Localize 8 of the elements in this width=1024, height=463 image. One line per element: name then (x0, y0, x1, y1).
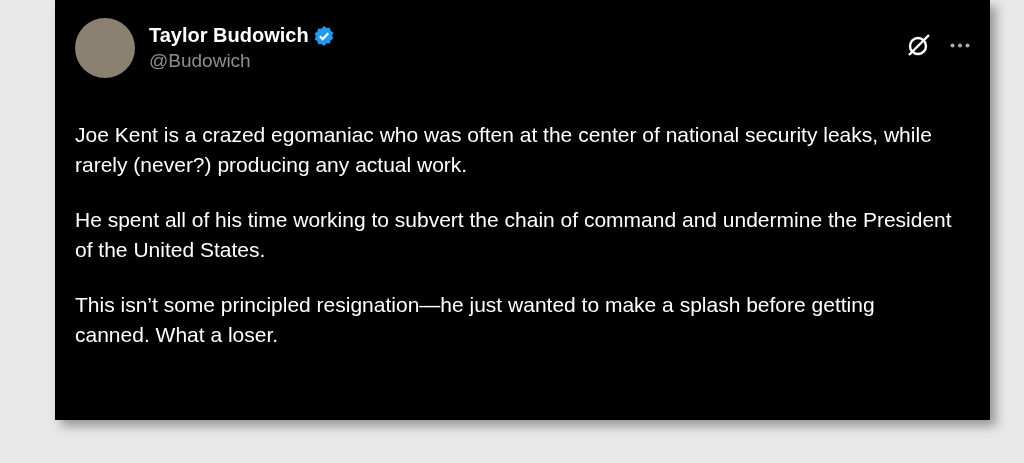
avatar-photo[interactable] (75, 18, 135, 78)
post-paragraph: He spent all of his time working to subvert the chain of command and undermine the President of the United States. (75, 207, 953, 263)
more-icon[interactable] (950, 42, 970, 48)
post-paragraph: Joe Kent is a crazed egomaniac who was often at the center of national security leaks, while rarely (never?) producing any actual work. (75, 122, 933, 178)
author-handle[interactable]: @Budowich (149, 50, 906, 72)
author-name[interactable]: Taylor Budowich (149, 24, 309, 47)
slashed-circle-icon[interactable] (906, 32, 932, 58)
post-paragraph: This isn’t some principled resignation—he just wanted to make a splash before getting canned. What a loser. (75, 292, 876, 348)
